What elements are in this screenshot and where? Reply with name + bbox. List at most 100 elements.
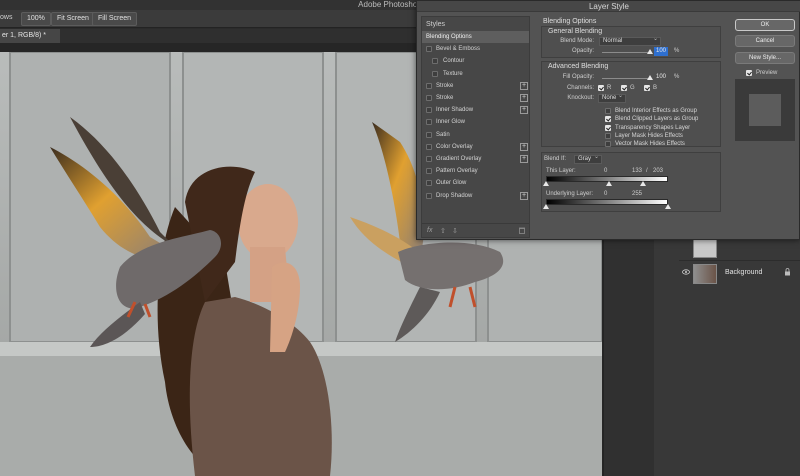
fit-screen-button[interactable]: Fit Screen — [51, 12, 95, 26]
style-checkbox[interactable] — [426, 95, 432, 101]
add-style-icon[interactable]: + — [520, 142, 528, 151]
style-item[interactable]: Color Overlay + — [422, 141, 529, 153]
zoom-100-button[interactable]: 100% — [21, 12, 51, 26]
style-checkbox[interactable] — [426, 46, 432, 53]
styles-footer: fx ⇧ ⇩ — [422, 223, 529, 237]
preview-checkbox[interactable] — [746, 70, 752, 76]
preview-label: Preview — [756, 70, 778, 76]
style-checkbox[interactable] — [432, 58, 438, 65]
document-tab[interactable]: er 1, RGB/8) * — [0, 29, 60, 43]
new-style-button[interactable]: New Style... — [735, 52, 795, 64]
fill-opacity-label: Fill Opacity: — [562, 74, 594, 80]
style-item[interactable]: Satin — [422, 129, 529, 141]
layer-thumbnail — [693, 264, 717, 284]
style-item[interactable]: Inner Glow — [422, 116, 529, 128]
style-checkbox[interactable] — [426, 180, 432, 187]
advanced-option-checkbox[interactable] — [605, 141, 611, 148]
underlying-high-thumb[interactable] — [665, 204, 671, 209]
dialog-title: Layer Style — [417, 1, 800, 12]
style-item[interactable]: Contour — [422, 55, 529, 67]
style-checkbox[interactable] — [426, 82, 432, 89]
this-layer-slash: / — [646, 168, 648, 174]
windows-label[interactable]: ows — [0, 14, 12, 21]
style-label: Pattern Overlay — [436, 168, 478, 175]
this-layer-low-thumb[interactable] — [543, 181, 549, 186]
add-style-icon[interactable]: + — [520, 81, 528, 90]
general-blending-heading: General Blending — [548, 28, 603, 35]
style-item[interactable]: Gradient Overlay + — [422, 153, 529, 165]
ok-button[interactable]: OK — [735, 19, 795, 31]
style-item[interactable]: Stroke + — [422, 80, 529, 92]
style-label: Color Overlay — [436, 143, 473, 150]
fill-screen-button[interactable]: Fill Screen — [92, 12, 138, 26]
style-checkbox[interactable] — [426, 131, 432, 138]
eye-icon[interactable] — [682, 269, 690, 275]
underlying-low-thumb[interactable] — [543, 204, 549, 209]
style-item[interactable]: Inner Shadow + — [422, 104, 529, 116]
style-checkbox[interactable] — [426, 168, 432, 175]
style-checkbox[interactable] — [426, 119, 432, 126]
blend-if-label: Blend If: — [544, 156, 567, 162]
style-label: Inner Shadow — [436, 107, 474, 114]
style-checkbox[interactable] — [426, 192, 432, 199]
fx-icon[interactable]: fx — [427, 227, 432, 234]
style-label: Stroke — [436, 82, 454, 89]
fill-opacity-field[interactable]: 100 — [654, 73, 668, 82]
style-checkbox[interactable] — [426, 143, 432, 150]
blend-if-group: Blend If: Gray This Layer: 0 133 / 203 U… — [541, 152, 721, 212]
blending-options-panel: Blending Options General Blending Blend … — [537, 16, 727, 238]
add-style-icon[interactable]: + — [520, 155, 528, 163]
style-label: Gradient Overlay — [436, 156, 482, 162]
style-preview-swatch — [749, 94, 781, 126]
style-item[interactable]: Blending Options — [422, 31, 529, 43]
channels-label: Channels: — [566, 85, 594, 91]
this-layer-split-thumb-b[interactable] — [640, 181, 646, 186]
opacity-slider-thumb[interactable] — [647, 49, 653, 54]
style-checkbox[interactable] — [426, 107, 432, 114]
this-layer-slider[interactable] — [543, 181, 668, 186]
fill-opacity-slider[interactable] — [602, 75, 653, 80]
trash-icon[interactable] — [519, 227, 525, 234]
channel-b-checkbox[interactable] — [644, 85, 650, 91]
layer-row-background[interactable]: Background — [679, 260, 800, 286]
style-item[interactable]: Bevel & Emboss — [422, 43, 529, 55]
style-item[interactable]: Stroke + — [422, 92, 529, 104]
this-layer-high-value-b: 203 — [653, 168, 664, 174]
underlying-layer-gradient[interactable] — [546, 199, 668, 205]
channel-g-checkbox[interactable] — [621, 85, 627, 91]
blend-mode-select[interactable]: Normal — [599, 36, 661, 46]
blend-mode-label: Blend Mode: — [560, 38, 594, 44]
advanced-blending-heading: Advanced Blending — [548, 63, 609, 70]
knockout-select[interactable]: None — [598, 93, 626, 103]
style-checkbox[interactable] — [426, 156, 432, 162]
advanced-option-checkbox[interactable] — [605, 124, 611, 131]
advanced-option-label: Layer Mask Hides Effects — [615, 132, 683, 139]
style-checkbox[interactable] — [432, 70, 438, 77]
underlying-layer-slider[interactable] — [543, 204, 671, 209]
cancel-button[interactable]: Cancel — [735, 35, 795, 47]
style-item[interactable]: Drop Shadow + — [422, 190, 529, 202]
channel-r-checkbox[interactable] — [598, 85, 604, 91]
style-item[interactable]: Outer Glow — [422, 177, 529, 189]
layers-panel: Background — [603, 234, 800, 476]
advanced-option-checkbox[interactable] — [605, 116, 611, 123]
style-label: Drop Shadow — [436, 192, 473, 199]
advanced-option-checkbox[interactable] — [605, 132, 611, 139]
add-style-icon[interactable]: + — [520, 191, 528, 200]
opacity-field[interactable]: 100 — [654, 47, 669, 56]
fill-opacity-slider-thumb[interactable] — [647, 75, 653, 80]
layer-style-dialog: Layer Style Styles Blending Options Bevel… — [416, 0, 800, 240]
advanced-option-checkbox[interactable] — [605, 108, 611, 114]
style-item[interactable]: Pattern Overlay — [422, 165, 529, 177]
add-style-icon[interactable]: + — [520, 94, 528, 102]
opacity-slider[interactable] — [602, 49, 653, 54]
blend-if-select[interactable]: Gray — [574, 154, 602, 164]
opacity-label: Opacity: — [571, 48, 594, 54]
move-up-icon[interactable]: ⇧ — [440, 227, 446, 235]
advanced-option-label: Transparency Shapes Layer — [615, 124, 691, 131]
this-layer-split-thumb-a[interactable] — [606, 181, 612, 186]
style-item[interactable]: Texture — [422, 68, 529, 80]
move-down-icon[interactable]: ⇩ — [452, 227, 458, 235]
styles-list: Styles Blending Options Bevel & Emboss Con… — [421, 16, 530, 238]
add-style-icon[interactable]: + — [520, 106, 528, 115]
